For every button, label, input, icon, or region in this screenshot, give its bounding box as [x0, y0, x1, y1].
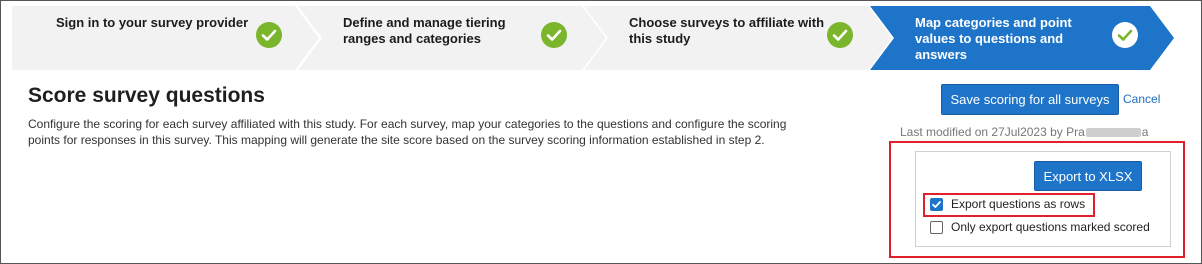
wizard-step-choose-surveys[interactable]: Choose surveys to affiliate with this st… [584, 6, 892, 70]
last-modified-prefix: Last modified on 27Jul2023 by Pra [900, 125, 1085, 139]
wizard-step-label: Sign in to your survey provider [56, 15, 249, 30]
export-questions-as-rows-checkbox[interactable] [930, 197, 943, 211]
wizard-step-sign-in[interactable]: Sign in to your survey provider [12, 6, 319, 70]
checkmark-icon [932, 200, 941, 208]
wizard-step-tiering[interactable]: Define and manage tiering ranges and cat… [298, 6, 606, 70]
wizard-step-map-categories[interactable]: Map categories and point values to quest… [870, 6, 1176, 70]
cancel-link[interactable]: Cancel [1123, 92, 1160, 106]
export-questions-as-rows-option[interactable]: Export questions as rows [930, 197, 1085, 211]
page-frame: Sign in to your survey provider Define a… [0, 0, 1202, 264]
wizard-step-label: Map categories and point values to quest… [915, 15, 1072, 62]
check-circle-icon [256, 22, 282, 48]
only-export-scored-option[interactable]: Only export questions marked scored [930, 220, 1150, 234]
last-modified-text: Last modified on 27Jul2023 by Pra a [900, 125, 1148, 139]
page-description: Configure the scoring for each survey af… [28, 117, 787, 147]
wizard-step-label: Choose surveys to affiliate with this st… [629, 15, 825, 46]
last-modified-suffix: a [1141, 125, 1149, 139]
wizard-step-label: Define and manage tiering ranges and cat… [343, 15, 506, 46]
checkbox-label: Export questions as rows [951, 197, 1086, 211]
check-circle-icon [1112, 22, 1138, 48]
redacted-name [1085, 128, 1141, 138]
checkbox-label: Only export questions marked scored [951, 220, 1150, 234]
save-scoring-button[interactable]: Save scoring for all surveys [941, 84, 1119, 115]
export-xlsx-button[interactable]: Export to XLSX [1034, 161, 1142, 191]
page-title: Score survey questions [28, 84, 265, 107]
progress-wizard: Sign in to your survey provider Define a… [12, 6, 1176, 70]
check-circle-icon [541, 22, 567, 48]
check-circle-icon [827, 22, 853, 48]
only-export-scored-checkbox[interactable] [930, 220, 943, 234]
